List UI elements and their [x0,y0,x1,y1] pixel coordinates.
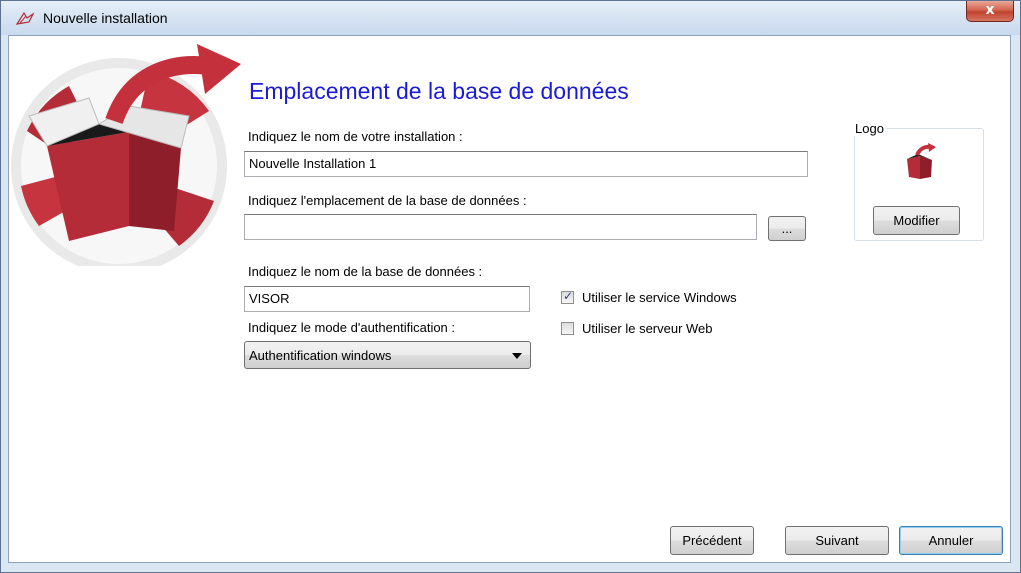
install-name-input[interactable]: Nouvelle Installation 1 [244,151,808,177]
check-mark-icon: ✓ [563,289,574,303]
modify-logo-button[interactable]: Modifier [873,206,960,235]
close-button[interactable]: x [966,1,1014,22]
web-server-checkbox[interactable] [561,322,574,335]
title-bar[interactable]: Nouvelle installation x [1,1,1020,35]
install-box-illustration [11,44,241,266]
windows-service-label[interactable]: Utiliser le service Windows [582,290,737,305]
next-button[interactable]: Suivant [785,526,889,555]
browse-button[interactable]: ... [768,216,806,241]
dialog-window: Nouvelle installation x Emplacement de l… [0,0,1021,573]
window-title: Nouvelle installation [43,10,168,26]
auth-mode-label: Indiquez le mode d'authentification : [248,320,456,335]
logo-box-icon [907,143,936,179]
db-location-input[interactable] [244,214,757,240]
chevron-down-icon [512,353,522,359]
install-name-label: Indiquez le nom de votre installation : [248,129,463,144]
windows-service-checkbox[interactable]: ✓ [561,289,574,304]
close-icon[interactable]: x [985,2,994,18]
logo-group-legend: Logo [853,121,886,136]
db-name-input[interactable]: VISOR [244,286,530,312]
db-name-label: Indiquez le nom de la base de données : [248,264,483,279]
auth-mode-select[interactable]: Authentification windows [244,341,531,369]
page-title: Emplacement de la base de données [249,78,629,104]
cancel-button[interactable]: Annuler [899,526,1003,555]
auth-mode-value: Authentification windows [249,348,392,363]
dialog-content: Emplacement de la base de données Indiqu… [8,35,1011,563]
previous-button[interactable]: Précédent [670,526,754,555]
install-box-icon [15,11,35,25]
db-location-label: Indiquez l'emplacement de la base de don… [248,193,527,208]
web-server-label[interactable]: Utiliser le serveur Web [582,321,713,336]
logo-group: Logo Modifier [853,121,984,241]
